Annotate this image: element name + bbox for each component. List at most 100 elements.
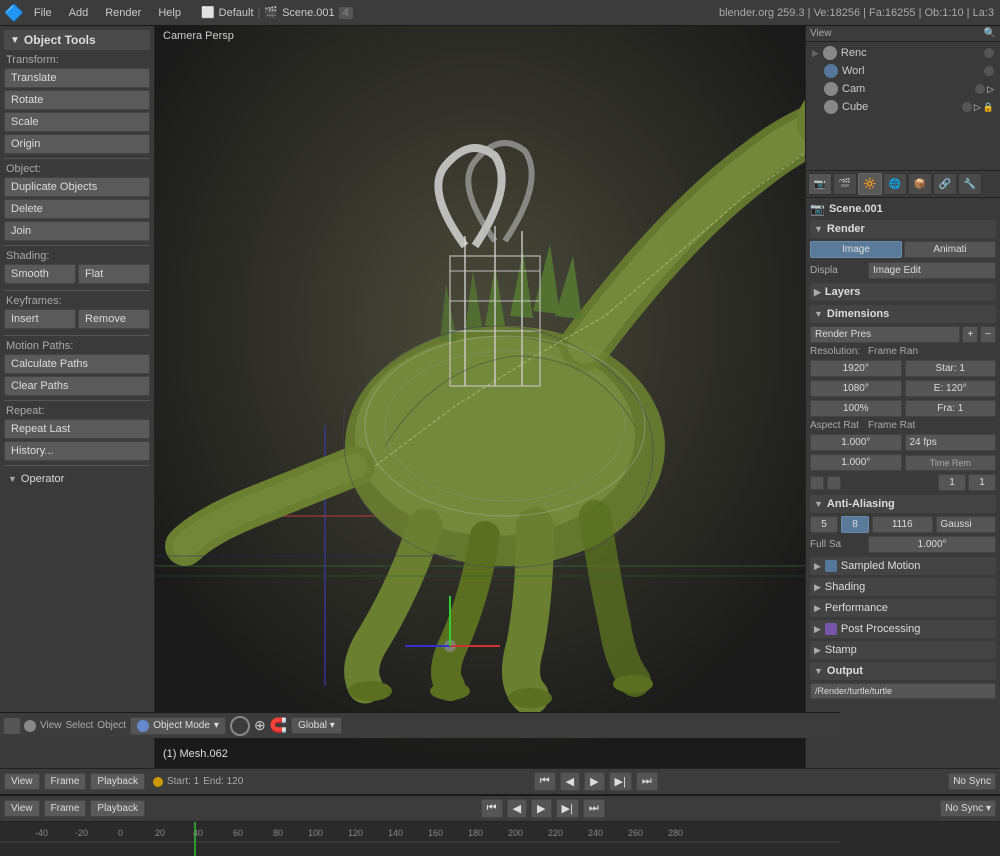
cam-arrow[interactable]: ▷ [987,84,994,95]
stamp-header[interactable]: Stamp [810,641,996,659]
tab-modifiers[interactable]: 🔧 [958,173,982,195]
tab-render-active[interactable]: 🔆 [858,173,882,195]
num-field-1[interactable]: 1 [938,474,966,491]
outliner-item-cube[interactable]: Cube ▷ 🔒 [808,98,998,116]
cube-arrow[interactable]: ▷ [974,102,981,113]
snap-icon[interactable]: 🧲 [270,717,287,734]
rotate-btn[interactable]: Rotate [4,90,150,110]
eye-icon[interactable] [984,48,994,58]
smooth-btn[interactable]: Smooth [4,264,76,284]
antialiasing-header[interactable]: Anti-Aliasing [810,495,996,513]
tab-render[interactable]: 📷 [808,173,832,195]
duplicate-btn[interactable]: Duplicate Objects [4,177,150,197]
end-field[interactable]: E: 120° [905,380,997,397]
join-btn[interactable]: Join [4,221,150,241]
fps-dropdown[interactable]: 24 fps [905,434,997,451]
pivot-icon[interactable] [230,716,250,736]
image-edit-dropdown[interactable]: Image Edit [868,262,996,279]
outliner-item-world[interactable]: Worl [808,62,998,80]
blender-icon[interactable]: 🔷 [4,3,24,23]
history-btn[interactable]: History... [4,441,150,461]
origin-btn[interactable]: Origin [4,134,150,154]
frame-btn[interactable]: Frame [44,773,87,790]
render-preset-dropdown[interactable]: Render Pres [810,326,960,343]
eye-icon-cube[interactable] [962,102,972,112]
aa-8-btn[interactable]: 8 [841,516,869,533]
check-1[interactable] [810,476,824,490]
outliner-item-renc[interactable]: ▶ Renc [808,44,998,62]
animation-btn[interactable]: Animati [904,241,996,258]
tl-skip-end[interactable]: ⏭ [583,799,605,818]
layers-header[interactable]: Layers [810,283,996,301]
aspect-y-field[interactable]: 1.000° [810,454,902,471]
tl-next[interactable]: ▶| [556,799,579,818]
global-dropdown[interactable]: Global ▾ [291,717,342,734]
scale-btn[interactable]: Scale [4,112,150,132]
clear-paths-btn[interactable]: Clear Paths [4,376,150,396]
delete-btn[interactable]: Delete [4,199,150,219]
eye-icon-cam[interactable] [975,84,985,94]
output-path-field[interactable]: /Render/turtle/turtle [810,683,996,699]
menu-add[interactable]: Add [61,5,97,21]
remove-preset-btn[interactable]: − [980,326,996,343]
res-pct-field[interactable]: 100% [810,400,902,417]
viewport[interactable]: Camera Persp ⊞ [155,26,805,768]
menu-help[interactable]: Help [150,5,189,21]
num-field-2[interactable]: 1 [968,474,996,491]
eye-icon-world[interactable] [984,66,994,76]
operator-section[interactable]: ▼ Operator [4,470,150,488]
prev-frame-btn[interactable]: ◀ [560,772,580,791]
full-sa-field[interactable]: 1.000° [868,536,996,553]
tl-sync-dropdown[interactable]: No Sync ▾ [940,800,996,817]
dimensions-header[interactable]: Dimensions [810,305,996,323]
skip-end-btn[interactable]: ⏭ [636,772,658,791]
add-preset-btn[interactable]: + [962,326,978,343]
search-icon[interactable]: 🔍 [984,28,996,39]
tab-constraints[interactable]: 🔗 [933,173,957,195]
object-mode-dropdown[interactable]: Object Mode ▾ [130,717,226,735]
repeat-last-btn[interactable]: Repeat Last [4,419,150,439]
translate-btn[interactable]: Translate [4,68,150,88]
tl-playback-btn[interactable]: Playback [90,800,145,817]
transform-icon[interactable]: ⊕ [254,717,266,734]
playback-btn[interactable]: Playback [90,773,145,790]
aa-size-field[interactable]: 1116 [872,516,933,533]
post-processing-header[interactable]: Post Processing [810,620,996,638]
object-label-bar[interactable]: Object [97,720,126,731]
output-header[interactable]: Output [810,662,996,680]
aspect-x-field[interactable]: 1.000° [810,434,902,451]
cube-lock[interactable]: 🔒 [983,102,994,113]
tl-frame-btn[interactable]: Frame [44,800,87,817]
tab-object[interactable]: 📦 [908,173,932,195]
select-label-bar[interactable]: Select [66,720,94,731]
tl-skip-start[interactable]: ⏮ [481,799,503,818]
next-frame-btn[interactable]: ▶| [609,772,632,791]
image-btn[interactable]: Image [810,241,902,258]
render-header[interactable]: Render [810,220,996,238]
calculate-paths-btn[interactable]: Calculate Paths [4,354,150,374]
sampled-motion-header[interactable]: Sampled Motion [810,557,996,575]
timeline-ruler[interactable]: -40 -20 0 20 40 60 80 100 120 140 160 18… [0,822,1000,856]
menu-render[interactable]: Render [97,5,149,21]
view-label-bar[interactable]: View [40,720,62,731]
aa-filter-dropdown[interactable]: Gaussi [936,516,997,533]
res-x-field[interactable]: 1920° [810,360,902,377]
play-btn[interactable]: ▶ [584,772,604,791]
aa-5-btn[interactable]: 5 [810,516,838,533]
tl-view-btn[interactable]: View [4,800,40,817]
tl-play[interactable]: ▶ [531,799,551,818]
res-y-field[interactable]: 1080° [810,380,902,397]
shading-render-header[interactable]: Shading [810,578,996,596]
performance-header[interactable]: Performance [810,599,996,617]
remove-btn[interactable]: Remove [78,309,150,329]
insert-btn[interactable]: Insert [4,309,76,329]
flat-btn[interactable]: Flat [78,264,150,284]
start-field[interactable]: Star: 1 [905,360,997,377]
outliner-item-cam[interactable]: Cam ▷ [808,80,998,98]
tab-scene[interactable]: 🎬 [833,173,857,195]
view-menu-btn[interactable]: View [4,773,40,790]
skip-start-btn[interactable]: ⏮ [534,772,556,791]
sync-dropdown[interactable]: No Sync [948,773,996,790]
menu-file[interactable]: File [26,5,60,21]
tl-prev[interactable]: ◀ [507,799,527,818]
